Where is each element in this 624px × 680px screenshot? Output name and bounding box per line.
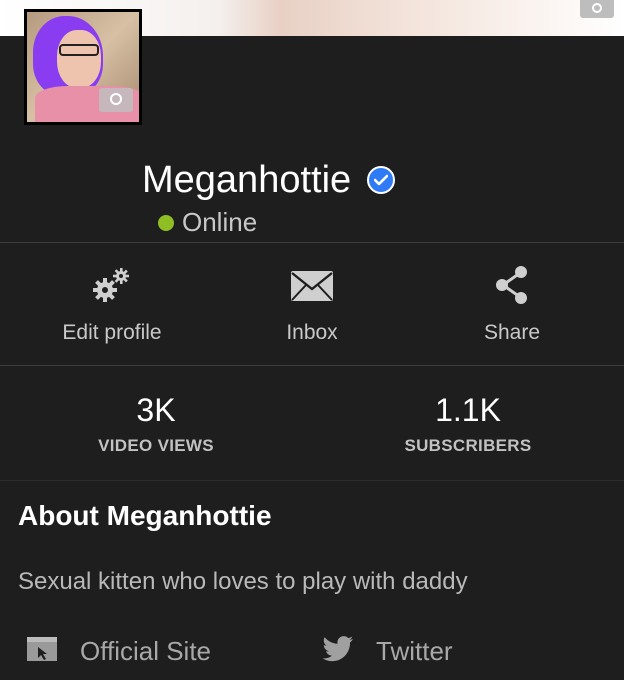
edit-profile-label: Edit profile <box>62 321 162 344</box>
cover-camera-icon[interactable] <box>580 0 614 18</box>
browser-window-icon <box>26 635 58 668</box>
official-site-label: Official Site <box>80 635 212 666</box>
share-label: Share <box>483 321 541 344</box>
profile-actions: Edit profile Inbox Share <box>0 243 624 365</box>
stat-caption: SUBSCRIBERS <box>404 436 532 455</box>
stat-value: 3K <box>136 392 176 428</box>
stat-caption: VIDEO VIEWS <box>98 436 214 455</box>
gears-icon <box>22 265 202 305</box>
avatar-camera-icon[interactable] <box>99 88 133 112</box>
about-description: Sexual kitten who loves to play with dad… <box>18 568 468 595</box>
edit-profile-button[interactable]: Edit profile <box>22 243 202 365</box>
official-site-link[interactable]: Official Site <box>26 628 211 674</box>
verified-badge-icon <box>367 166 396 194</box>
share-icon <box>422 265 602 305</box>
inbox-label: Inbox <box>286 321 338 344</box>
status-label: Online <box>182 207 258 237</box>
envelope-icon <box>222 265 402 305</box>
stat-value: 1.1K <box>435 392 501 428</box>
online-status: Online <box>158 207 257 238</box>
twitter-label: Twitter <box>376 635 453 666</box>
profile-name: Meganhottie <box>142 158 352 201</box>
profile-stats: 3K VIDEO VIEWS 1.1K SUBSCRIBERS <box>0 366 624 480</box>
avatar[interactable] <box>24 9 142 125</box>
divider <box>0 480 624 481</box>
profile-header: Meganhottie <box>142 156 396 204</box>
twitter-link[interactable]: Twitter <box>322 628 453 674</box>
inbox-button[interactable]: Inbox <box>222 243 402 365</box>
about-heading: About Meganhottie <box>18 500 272 531</box>
status-dot-icon <box>158 214 174 231</box>
profile-links: Official Site Twitter <box>0 628 624 680</box>
twitter-bird-icon <box>322 635 354 668</box>
share-button[interactable]: Share <box>422 243 602 365</box>
